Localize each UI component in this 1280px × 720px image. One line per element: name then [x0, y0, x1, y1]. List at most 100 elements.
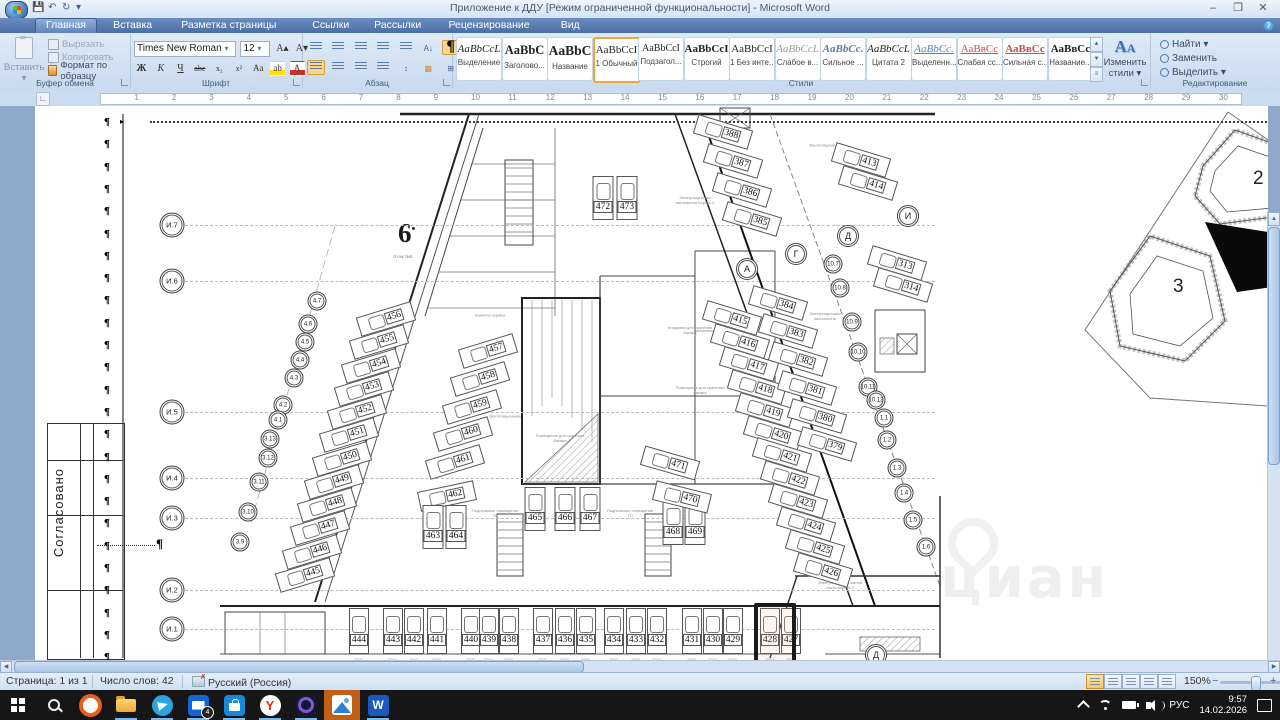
font-size-combo[interactable]: 12 ▾	[240, 41, 271, 57]
align-right-icon[interactable]	[352, 60, 370, 75]
bullets-icon[interactable]	[307, 40, 325, 55]
style-card[interactable]: AaBbCcL Цитата 2	[865, 37, 912, 81]
battery-icon[interactable]	[1122, 701, 1140, 709]
tab-Вставка[interactable]: Вставка	[103, 18, 162, 33]
axis-gridline	[185, 590, 935, 591]
taskbar-opera-app[interactable]	[288, 690, 324, 720]
style-card[interactable]: AaBbCcL Выделение	[456, 37, 502, 81]
subscript-button[interactable]: x₂	[212, 61, 227, 76]
Заменить-button[interactable]: Заменить	[1160, 51, 1226, 65]
line-spacing-icon[interactable]: ↕	[397, 62, 415, 77]
tab-Главная[interactable]: Главная	[35, 18, 97, 34]
style-card[interactable]: AaBbCcI 1 Обычный	[592, 37, 641, 83]
tray-chevron-icon[interactable]	[1077, 700, 1091, 713]
gallery-scroll[interactable]: ▲ ▼ ≡	[1090, 37, 1103, 82]
print-layout-view-button[interactable]	[1086, 674, 1104, 689]
style-card[interactable]: AaBbCcI 1 Без инте...	[729, 37, 775, 81]
word-count[interactable]: Число слов: 42	[100, 675, 174, 687]
horizontal-ruler[interactable]: ∟ 1 2 3 4 5 6 7 8 9 10 11 12 13 14 15 16 17 18 19 20 21 22 23 2…	[0, 90, 1280, 106]
minimize-button[interactable]: –	[1206, 3, 1220, 15]
style-card[interactable]: AaBbC Название	[547, 37, 593, 81]
tab-Рассылки[interactable]: Рассылки	[364, 18, 431, 33]
tray-clock[interactable]: 9:57 14.02.2026	[1199, 694, 1247, 716]
taskbar-store[interactable]	[216, 690, 252, 720]
cut-button[interactable]: Вырезать	[48, 38, 130, 51]
tray-language[interactable]: РУС	[1169, 700, 1189, 711]
bold-button[interactable]: Ж	[134, 61, 149, 76]
zoom-slider-thumb[interactable]	[1251, 676, 1261, 691]
numbering-icon[interactable]	[329, 40, 347, 55]
outline-view-button[interactable]	[1140, 674, 1158, 689]
vertical-scroll-thumb[interactable]	[1268, 227, 1280, 465]
taskbar-mail[interactable]: 4	[180, 690, 216, 720]
language-indicator[interactable]: Русский (Россия)	[192, 673, 291, 689]
style-card[interactable]: AaBbCc. Сильное ...	[820, 37, 866, 81]
font-name-combo[interactable]: Times New Roman ▾	[134, 41, 236, 57]
dialog-launcher-icon[interactable]	[121, 79, 128, 86]
taskbar-telegram[interactable]	[144, 690, 180, 720]
style-card[interactable]: AaBbCcI Подзагол...	[638, 37, 684, 81]
tab-selector[interactable]: ∟	[36, 92, 50, 106]
sort-icon[interactable]: А↓	[419, 42, 437, 57]
dialog-launcher-icon[interactable]	[443, 79, 450, 86]
web-layout-view-button[interactable]	[1122, 674, 1140, 689]
fullscreen-view-button[interactable]	[1104, 674, 1122, 689]
justify-icon[interactable]	[374, 60, 392, 75]
style-card[interactable]: АаВвСс Сильная с...	[1002, 37, 1048, 81]
shading-icon[interactable]: ▩	[419, 62, 437, 77]
speaker-icon[interactable]	[1146, 699, 1166, 711]
paste-button[interactable]: Вставить ▾	[4, 36, 44, 84]
dialog-launcher-icon[interactable]	[293, 79, 300, 86]
taskbar-ring-app[interactable]	[72, 690, 108, 720]
style-card[interactable]: AaBbCcL Слабое в...	[774, 37, 821, 81]
style-card[interactable]: AaBbCcI Строгий	[683, 37, 730, 81]
zoom-in-icon[interactable]: +	[1270, 675, 1276, 687]
italic-button[interactable]: К	[153, 61, 168, 76]
style-card[interactable]: АаВвСс Слабая сс...	[956, 37, 1003, 81]
close-button[interactable]: ✕	[1256, 3, 1270, 15]
taskbar-yandex-browser[interactable]: Y	[252, 690, 288, 720]
style-card[interactable]: АаВвСс Название...	[1047, 37, 1094, 81]
start-button[interactable]	[0, 690, 36, 720]
style-sample: AaBbCcL	[867, 43, 910, 55]
change-styles-button[interactable]: AA Изменить стили ▾	[1102, 37, 1148, 79]
taskbar-photos-active[interactable]	[324, 690, 360, 720]
change-case-button[interactable]: Aa	[251, 61, 266, 76]
restore-button[interactable]: ❐	[1231, 3, 1245, 15]
align-center-icon[interactable]	[329, 60, 347, 75]
document-page[interactable]: ▸ Согласовано ¶ 6• Этаж №6 циан 2 3 ¶ ¶ ¶ ¶…	[35, 106, 1268, 660]
vertical-scrollbar[interactable]: ▲ ▼	[1267, 212, 1280, 720]
underline-button[interactable]: Ч	[173, 61, 188, 76]
increase-indent-icon[interactable]	[397, 40, 415, 55]
search-icon	[48, 699, 60, 711]
Найти-button[interactable]: Найти ▾	[1160, 37, 1226, 51]
decrease-indent-icon[interactable]	[374, 40, 392, 55]
tab-Вид[interactable]: Вид	[551, 18, 590, 33]
strikethrough-button[interactable]: abc	[192, 61, 207, 76]
multilevel-list-icon[interactable]	[352, 40, 370, 55]
superscript-button[interactable]: x²	[231, 61, 246, 76]
action-center-icon[interactable]	[1257, 698, 1272, 712]
grow-font-button[interactable]: A▴	[275, 41, 290, 56]
dialog-launcher-icon[interactable]	[1141, 79, 1148, 86]
page-indicator[interactable]: Страница: 1 из 1	[6, 675, 88, 687]
align-left-icon[interactable]	[307, 60, 325, 75]
zoom-level[interactable]: 150%	[1184, 675, 1211, 687]
tab-Разметка страницы[interactable]: Разметка страницы	[171, 18, 286, 33]
Выделить-button[interactable]: Выделить ▾	[1160, 65, 1226, 79]
taskbar-file-explorer[interactable]	[108, 690, 144, 720]
help-icon[interactable]: ?	[1263, 20, 1274, 31]
style-card[interactable]: AaBbCc. Выделенн...	[911, 37, 957, 81]
style-card[interactable]: AaBbC Заголово...	[501, 37, 548, 81]
taskbar-word[interactable]: W	[360, 690, 396, 720]
draft-view-button[interactable]	[1158, 674, 1176, 689]
taskbar-search-button[interactable]	[36, 690, 72, 720]
scroll-up-icon[interactable]: ▲	[1268, 212, 1280, 226]
tab-Рецензирование[interactable]: Рецензирование	[439, 18, 540, 33]
wifi-icon[interactable]	[1098, 700, 1112, 711]
highlight-button[interactable]: ab	[270, 61, 286, 76]
format-painter-button[interactable]: Формат по образцу	[48, 60, 130, 82]
highlighted-stall-428[interactable]	[754, 603, 796, 660]
zoom-out-icon[interactable]: −	[1212, 675, 1218, 687]
tab-Ссылки[interactable]: Ссылки	[302, 18, 359, 33]
